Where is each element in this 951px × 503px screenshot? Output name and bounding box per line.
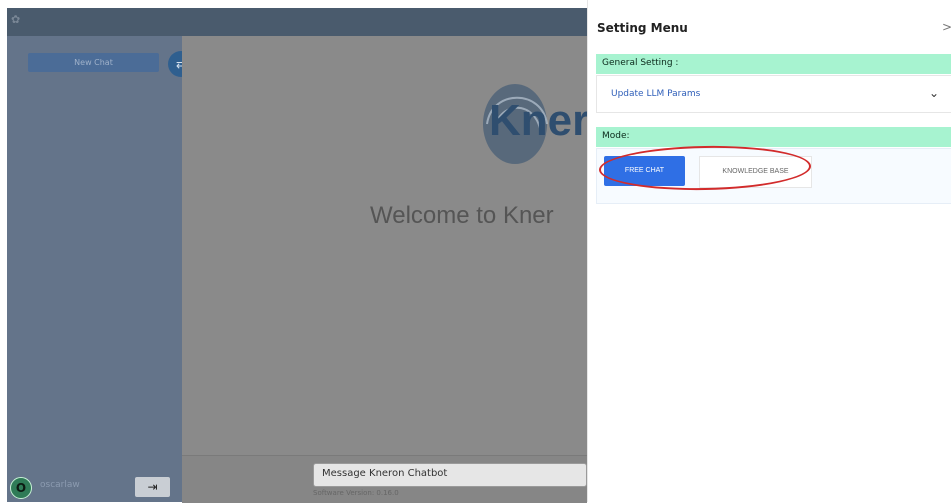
app-root: ✿ New Chat ⇄ O oscarlaw ⇥ Kner Welcome t…	[0, 0, 951, 503]
chevron-down-icon: ⌄	[928, 86, 939, 100]
top-bar: ✿	[7, 8, 587, 36]
software-version: Software Version: 0.16.0	[313, 489, 399, 497]
close-icon[interactable]: >	[942, 20, 951, 34]
left-edge	[0, 0, 7, 502]
section-mode-label: Mode:	[602, 131, 630, 141]
brand-text: Kner	[489, 96, 590, 145]
composer: Message Kneron Chatbot Software Version:…	[182, 455, 587, 503]
sidebar-user-row: O oscarlaw ⇥	[7, 473, 182, 502]
avatar[interactable]: O	[10, 477, 32, 499]
username: oscarlaw	[40, 480, 80, 490]
kneron-logo-icon: ✿	[11, 13, 21, 26]
message-input[interactable]: Message Kneron Chatbot	[313, 463, 587, 487]
sidebar: New Chat ⇄ O oscarlaw ⇥	[7, 36, 194, 502]
section-mode: Mode:	[596, 127, 951, 147]
section-general-setting-label: General Setting :	[602, 58, 679, 68]
logout-button[interactable]: ⇥	[135, 477, 170, 497]
main-area: Kner Welcome to Kner Message Kneron Chat…	[182, 36, 590, 503]
settings-panel: Setting Menu > General Setting : Update …	[587, 0, 951, 502]
message-placeholder: Message Kneron Chatbot	[322, 468, 448, 479]
welcome-title: Welcome to Kner	[370, 202, 554, 229]
update-llm-params-row[interactable]: Update LLM Params ⌄	[596, 75, 951, 113]
new-chat-button[interactable]: New Chat	[28, 53, 159, 72]
update-llm-params-label: Update LLM Params	[611, 89, 701, 99]
panel-title: Setting Menu	[597, 21, 688, 35]
logout-icon: ⇥	[147, 480, 158, 494]
section-general-setting: General Setting :	[596, 54, 951, 74]
